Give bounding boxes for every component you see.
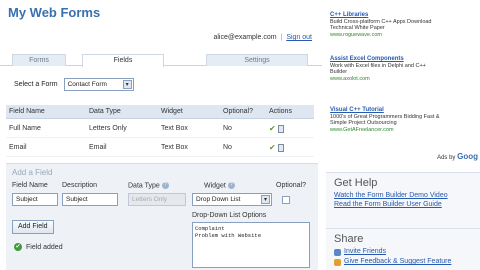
- edit-check-icon[interactable]: ✔: [269, 124, 276, 133]
- share-title: Share: [334, 233, 364, 245]
- friends-icon: [334, 248, 341, 256]
- data-type-select: Letters Only: [128, 193, 186, 206]
- edit-check-icon[interactable]: ✔: [269, 143, 276, 152]
- help-icon[interactable]: ?: [161, 182, 169, 189]
- demo-video-link[interactable]: Watch the Form Builder Demo Video: [334, 191, 480, 200]
- help-icon[interactable]: ?: [227, 182, 235, 189]
- help-title: Get Help: [334, 177, 378, 189]
- feedback-row[interactable]: Give Feedback & Suggest Feature: [334, 257, 480, 267]
- status-notice: ✔ Field added: [14, 243, 63, 251]
- trash-icon[interactable]: [277, 125, 284, 134]
- status-notice-text: Field added: [26, 243, 63, 251]
- tab-settings[interactable]: Settings: [206, 54, 308, 66]
- user-bar: alice@example.com | Sign out: [213, 34, 312, 41]
- col-optional: Optional?: [220, 105, 266, 119]
- fields-table: Field Name Data Type Widget Optional? Ac…: [6, 105, 314, 158]
- main-panel: My Web Forms alice@example.com | Sign ou…: [0, 0, 322, 270]
- ad-item[interactable]: Visual C++ Tutorial 1000's of Great Prog…: [330, 107, 474, 133]
- options-textarea[interactable]: Complaint Problem with Website: [192, 222, 310, 268]
- cell-field-name: Full Name: [6, 118, 86, 139]
- options-label: Drop-Down List Options: [192, 212, 267, 219]
- col-widget: Widget: [158, 105, 220, 119]
- form-select-row: Select a Form Contact Form ▾: [14, 78, 134, 91]
- help-section: Get Help Watch the Form Builder Demo Vid…: [326, 172, 480, 228]
- field-name-input[interactable]: Subject: [12, 193, 58, 206]
- widget-label: Widget?: [204, 182, 235, 189]
- ads-brand: Goog: [457, 152, 478, 161]
- tab-fields[interactable]: Fields: [82, 54, 164, 67]
- cell-widget: Text Box: [158, 118, 220, 139]
- ad-url[interactable]: www.roguewave.com: [330, 32, 474, 39]
- chevron-down-icon: ▾: [261, 195, 270, 204]
- description-input[interactable]: Subject: [62, 193, 118, 206]
- cell-actions: ✔: [266, 118, 314, 139]
- ads-by-text: Ads by: [437, 155, 456, 161]
- feedback-icon: [334, 258, 341, 266]
- ad-url[interactable]: www.axolot.com: [330, 76, 474, 83]
- cell-optional: No: [220, 137, 266, 158]
- cell-optional: No: [220, 118, 266, 139]
- cell-data-type: Email: [86, 137, 158, 158]
- form-select[interactable]: Contact Form ▾: [63, 78, 134, 91]
- add-field-panel: Add a Field Field Name Subject Descripti…: [6, 163, 318, 270]
- ad-url[interactable]: www.GetAFreelancer.com: [330, 127, 474, 134]
- cell-widget: Text Box: [158, 137, 220, 158]
- app-title: My Web Forms: [8, 5, 101, 20]
- table-header-row: Field Name Data Type Widget Optional? Ac…: [6, 105, 314, 119]
- cell-data-type: Letters Only: [86, 118, 158, 139]
- data-type-label-text: Data Type: [128, 182, 160, 190]
- optional-checkbox[interactable]: [282, 196, 290, 204]
- invite-friends-row[interactable]: Invite Friends: [334, 247, 480, 257]
- trash-icon[interactable]: [277, 144, 284, 153]
- right-sidebar: C++ Libraries Build Cross-platform C++ A…: [326, 0, 480, 270]
- success-check-icon: ✔: [14, 243, 22, 251]
- user-guide-link[interactable]: Read the Form Builder User Guide: [334, 200, 480, 209]
- sign-out-link[interactable]: Sign out: [286, 34, 312, 41]
- add-field-button[interactable]: Add Field: [12, 220, 54, 234]
- table-row: Email Email Text Box No ✔: [6, 137, 314, 158]
- ad-item[interactable]: C++ Libraries Build Cross-platform C++ A…: [330, 12, 474, 38]
- col-data-type: Data Type: [86, 105, 158, 119]
- optional-label: Optional?: [276, 182, 306, 189]
- table-row: Full Name Letters Only Text Box No ✔: [6, 118, 314, 139]
- form-select-value: Contact Form: [67, 81, 107, 88]
- feedback-link[interactable]: Give Feedback & Suggest Feature: [344, 257, 451, 267]
- ads-attribution[interactable]: Ads by Goog: [437, 152, 478, 161]
- chevron-down-icon: ▾: [122, 80, 132, 89]
- field-name-label: Field Name: [12, 182, 48, 189]
- tab-bar: Forms Fields Settings: [0, 53, 322, 67]
- widget-select[interactable]: Drop Down List ▾: [192, 193, 272, 206]
- widget-select-value: Drop Down List: [196, 196, 241, 203]
- cell-actions: ✔: [266, 137, 314, 158]
- cell-field-name: Email: [6, 137, 86, 158]
- col-field-name: Field Name: [6, 105, 86, 119]
- widget-label-text: Widget: [204, 182, 226, 190]
- data-type-label: Data Type?: [128, 182, 169, 189]
- description-label: Description: [62, 182, 98, 189]
- col-actions: Actions: [266, 105, 314, 119]
- form-select-label: Select a Form: [14, 81, 58, 88]
- user-email: alice@example.com: [213, 34, 277, 41]
- share-section: Share Invite Friends Give Feedback & Sug…: [326, 228, 480, 270]
- separator: |: [280, 34, 283, 41]
- ad-item[interactable]: Assist Excel Components Work with Excel …: [330, 56, 474, 82]
- invite-friends-link[interactable]: Invite Friends: [344, 247, 386, 257]
- tab-forms[interactable]: Forms: [12, 54, 66, 66]
- add-field-title: Add a Field: [12, 168, 53, 177]
